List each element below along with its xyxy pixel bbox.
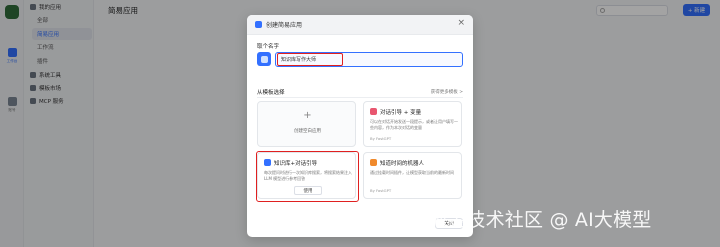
template-card-time-bot[interactable]: 知道时间的机器人 通过挂载时间插件，让模型获取当前的最新时间 By FastGP… (363, 152, 462, 199)
app-avatar[interactable] (257, 52, 271, 66)
template-title: 对话引导 + 变量 (380, 110, 422, 116)
template-desc: 可以在对话开始发送一段提示，或者让用户填写一些内容，作为本次对话的变量 (370, 119, 458, 130)
app-name-input[interactable]: 知识库写作大师 (275, 52, 463, 67)
template-desc: 每次提问时进行一次知识库搜索，将搜索结果注入 LLM 模型进行参考回答 (264, 170, 352, 181)
plus-icon: + (303, 110, 312, 121)
template-icon (370, 108, 377, 115)
watermark-text: 掘金技术社区 @ AI大模型 (428, 209, 652, 231)
avatar-icon (260, 55, 268, 63)
app-name-value: 知识库写作大师 (281, 57, 317, 63)
template-card-kb-dialog[interactable]: 知识库+对话引导 每次提问时进行一次知识库搜索，将搜索结果注入 LLM 模型进行… (256, 151, 359, 202)
templates-label: 从模板选择 (257, 90, 285, 96)
template-author: By FastGPT (370, 136, 392, 141)
template-icon (370, 159, 377, 166)
app-icon (255, 21, 262, 28)
close-icon[interactable]: × (457, 18, 465, 28)
blank-app-label: 创建空白应用 (294, 129, 321, 134)
template-icon (264, 159, 271, 166)
modal-title: 创建简易应用 (266, 22, 303, 29)
template-desc: 通过挂载时间插件，让模型获取当前的最新时间 (370, 170, 454, 175)
blank-app-card[interactable]: + 创建空白应用 (257, 101, 356, 147)
name-label: 取个名字 (257, 44, 280, 50)
template-title: 知识库+对话引导 (274, 161, 318, 167)
more-templates-link[interactable]: 获得更多模板 > (431, 89, 463, 95)
use-template-button[interactable]: 使用 (294, 186, 322, 195)
create-app-modal: 创建简易应用 × 取个名字 知识库写作大师 从模板选择 获得更多模板 > + 创… (247, 15, 473, 237)
modal-header: 创建简易应用 × (247, 15, 473, 35)
divider (257, 97, 463, 98)
template-title: 知道时间的机器人 (380, 161, 425, 167)
template-author: By FastGPT (370, 188, 392, 193)
template-card-dialog-variables[interactable]: 对话引导 + 变量 可以在对话开始发送一段提示，或者让用户填写一些内容，作为本次… (363, 101, 462, 147)
name-row: 知识库写作大师 (257, 51, 463, 68)
